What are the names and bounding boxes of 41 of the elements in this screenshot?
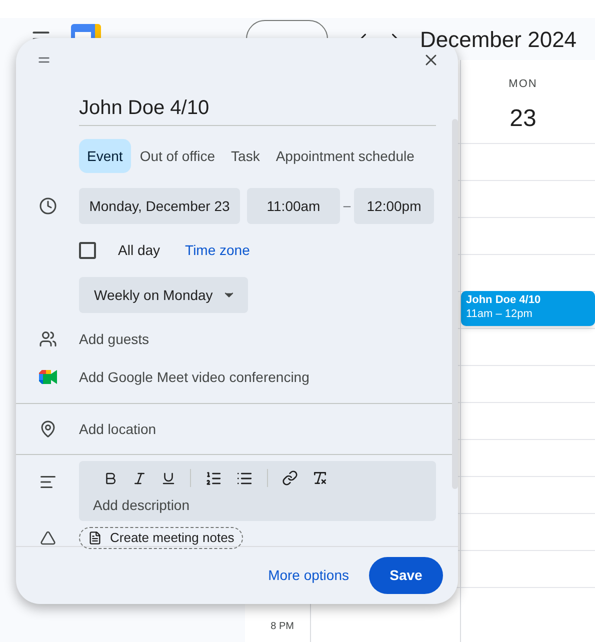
event-title: John Doe 4/10	[466, 293, 542, 307]
scrollbar[interactable]	[452, 119, 458, 489]
end-time-picker[interactable]: 12:00pm	[354, 188, 434, 224]
time-zone-link[interactable]: Time zone	[185, 240, 250, 260]
event-type-tab[interactable]: Task	[224, 139, 267, 173]
add-location-field[interactable]: Add location	[79, 418, 156, 440]
numbered-list-icon[interactable]	[205, 470, 222, 486]
time-separator: –	[342, 197, 352, 216]
all-day-checkbox[interactable]	[79, 242, 96, 258]
event-time: 11am – 12pm	[466, 307, 534, 321]
italic-icon[interactable]	[132, 470, 147, 486]
create-meeting-notes-button[interactable]: Create meeting notes	[79, 527, 244, 549]
underline-icon[interactable]	[161, 470, 176, 486]
link-icon[interactable]	[282, 470, 298, 486]
time-label: 8 PM	[270, 620, 294, 634]
event-type-tab[interactable]: Appointment schedule	[268, 139, 422, 173]
title-field[interactable]: John Doe 4/10	[79, 92, 436, 122]
all-day-label: All day	[118, 240, 160, 260]
add-guests-field[interactable]: Add guests	[79, 328, 150, 350]
clear-formatting-icon[interactable]	[312, 470, 328, 486]
description-editor[interactable]: Add description	[79, 461, 436, 521]
location-pin-icon	[38, 420, 56, 438]
more-options-button[interactable]: More options	[266, 558, 351, 594]
add-meet-button[interactable]: Add Google Meet video conferencing	[79, 366, 310, 388]
video-camera-icon	[38, 370, 56, 384]
day-number[interactable]: 23	[510, 100, 536, 136]
people-icon	[38, 330, 56, 348]
month-title: December 2024	[420, 26, 577, 54]
event-type-tab[interactable]: Out of office	[132, 139, 222, 173]
save-button[interactable]: Save	[369, 557, 443, 594]
date-picker[interactable]: Monday, December 23	[79, 188, 240, 224]
description-icon	[38, 473, 56, 491]
bold-icon[interactable]	[103, 470, 118, 486]
recurrence-dropdown[interactable]: Weekly on Monday	[79, 277, 248, 313]
description-placeholder: Add description	[93, 496, 191, 515]
document-icon	[88, 531, 102, 545]
event-type-tab[interactable]: Event	[79, 139, 131, 173]
start-time-picker[interactable]: 11:00am	[247, 188, 340, 224]
drive-triangle-icon	[40, 530, 56, 546]
clock-icon	[38, 197, 56, 215]
weekday-label: MON	[508, 77, 538, 92]
